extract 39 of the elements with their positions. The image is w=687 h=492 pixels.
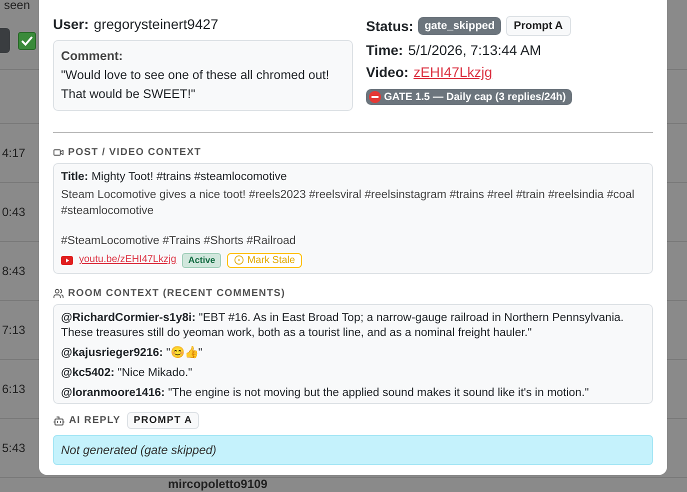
row-time: 5:43 bbox=[2, 441, 26, 455]
time-line: Time: 5/1/2026, 7:13:44 AM bbox=[366, 42, 542, 58]
toolbar-button[interactable] bbox=[0, 28, 10, 53]
video-label: Video: bbox=[366, 64, 409, 80]
user-line: User: gregorysteinert9427 bbox=[53, 16, 220, 32]
section-heading: AI REPLY bbox=[69, 415, 121, 426]
section-heading: POST / VIDEO CONTEXT bbox=[68, 147, 202, 158]
row-time: 6:13 bbox=[2, 382, 26, 396]
post-description: Steam Locomotive gives a nice toot! #reels2023 #reelsviral #reelsinstagram #trains #reel #train #reelsindia #coal #steamlocomotive bbox=[61, 188, 636, 219]
checkbox-icon[interactable] bbox=[18, 32, 36, 50]
header-text: seen bbox=[4, 0, 30, 12]
people-icon bbox=[53, 288, 64, 299]
post-tags: #SteamLocomotive #Trains #Shorts #Railroad bbox=[61, 233, 645, 249]
section-heading: ROOM CONTEXT (RECENT COMMENTS) bbox=[68, 288, 286, 299]
video-link[interactable]: zEHI47Lkzjg bbox=[414, 64, 492, 80]
comment-text: "Would love to see one of these all chromed out! That would be SWEET!" bbox=[61, 67, 330, 103]
post-title: Title: Mighty Toot! #trains #steamlocomotive bbox=[61, 170, 288, 185]
recent-comment: @loranmoore1416: "The engine is not moving but the applied sound makes it sound like it's in motion." bbox=[61, 386, 590, 401]
status-badge: gate_skipped bbox=[418, 17, 501, 35]
circle-dot-icon bbox=[234, 255, 244, 265]
prompt-tag[interactable]: PROMPT A bbox=[126, 412, 200, 429]
comment-label: Comment: bbox=[61, 48, 124, 65]
recent-comment: @kc5402: "Nice Mikado." bbox=[61, 366, 194, 381]
row-time: 4:17 bbox=[2, 146, 26, 160]
video-camera-icon bbox=[53, 147, 64, 158]
active-badge: Active bbox=[182, 252, 222, 268]
status-label: Status: bbox=[366, 18, 414, 34]
gate-badge: GATE 1.5 — Daily cap (3 replies/24h) bbox=[366, 89, 572, 105]
play-icon bbox=[61, 256, 73, 264]
row-time: 0:43 bbox=[2, 205, 26, 219]
prompt-button[interactable]: Prompt A bbox=[506, 16, 571, 36]
username-text: mircopoletto9109 bbox=[167, 478, 268, 490]
youtube-link[interactable]: youtu.be/zEHI47Lkzjg bbox=[79, 252, 176, 268]
row-time: 7:13 bbox=[2, 323, 26, 337]
row-time: 8:43 bbox=[2, 264, 26, 278]
recent-comment: @RichardCormier-s1y8i: "EBT #16. As in East Broad Top; a narrow-gauge railroad in Northern Pennsylvania. These treasures still do yeoman work, both as a tourist line, and as a nominal freight hauler." bbox=[61, 311, 625, 341]
ai-reply-box: Not generated (gate skipped) bbox=[53, 435, 653, 465]
recent-comment: @kajusrieger9216: "😊👍" bbox=[61, 346, 204, 361]
robot-icon bbox=[53, 414, 65, 426]
